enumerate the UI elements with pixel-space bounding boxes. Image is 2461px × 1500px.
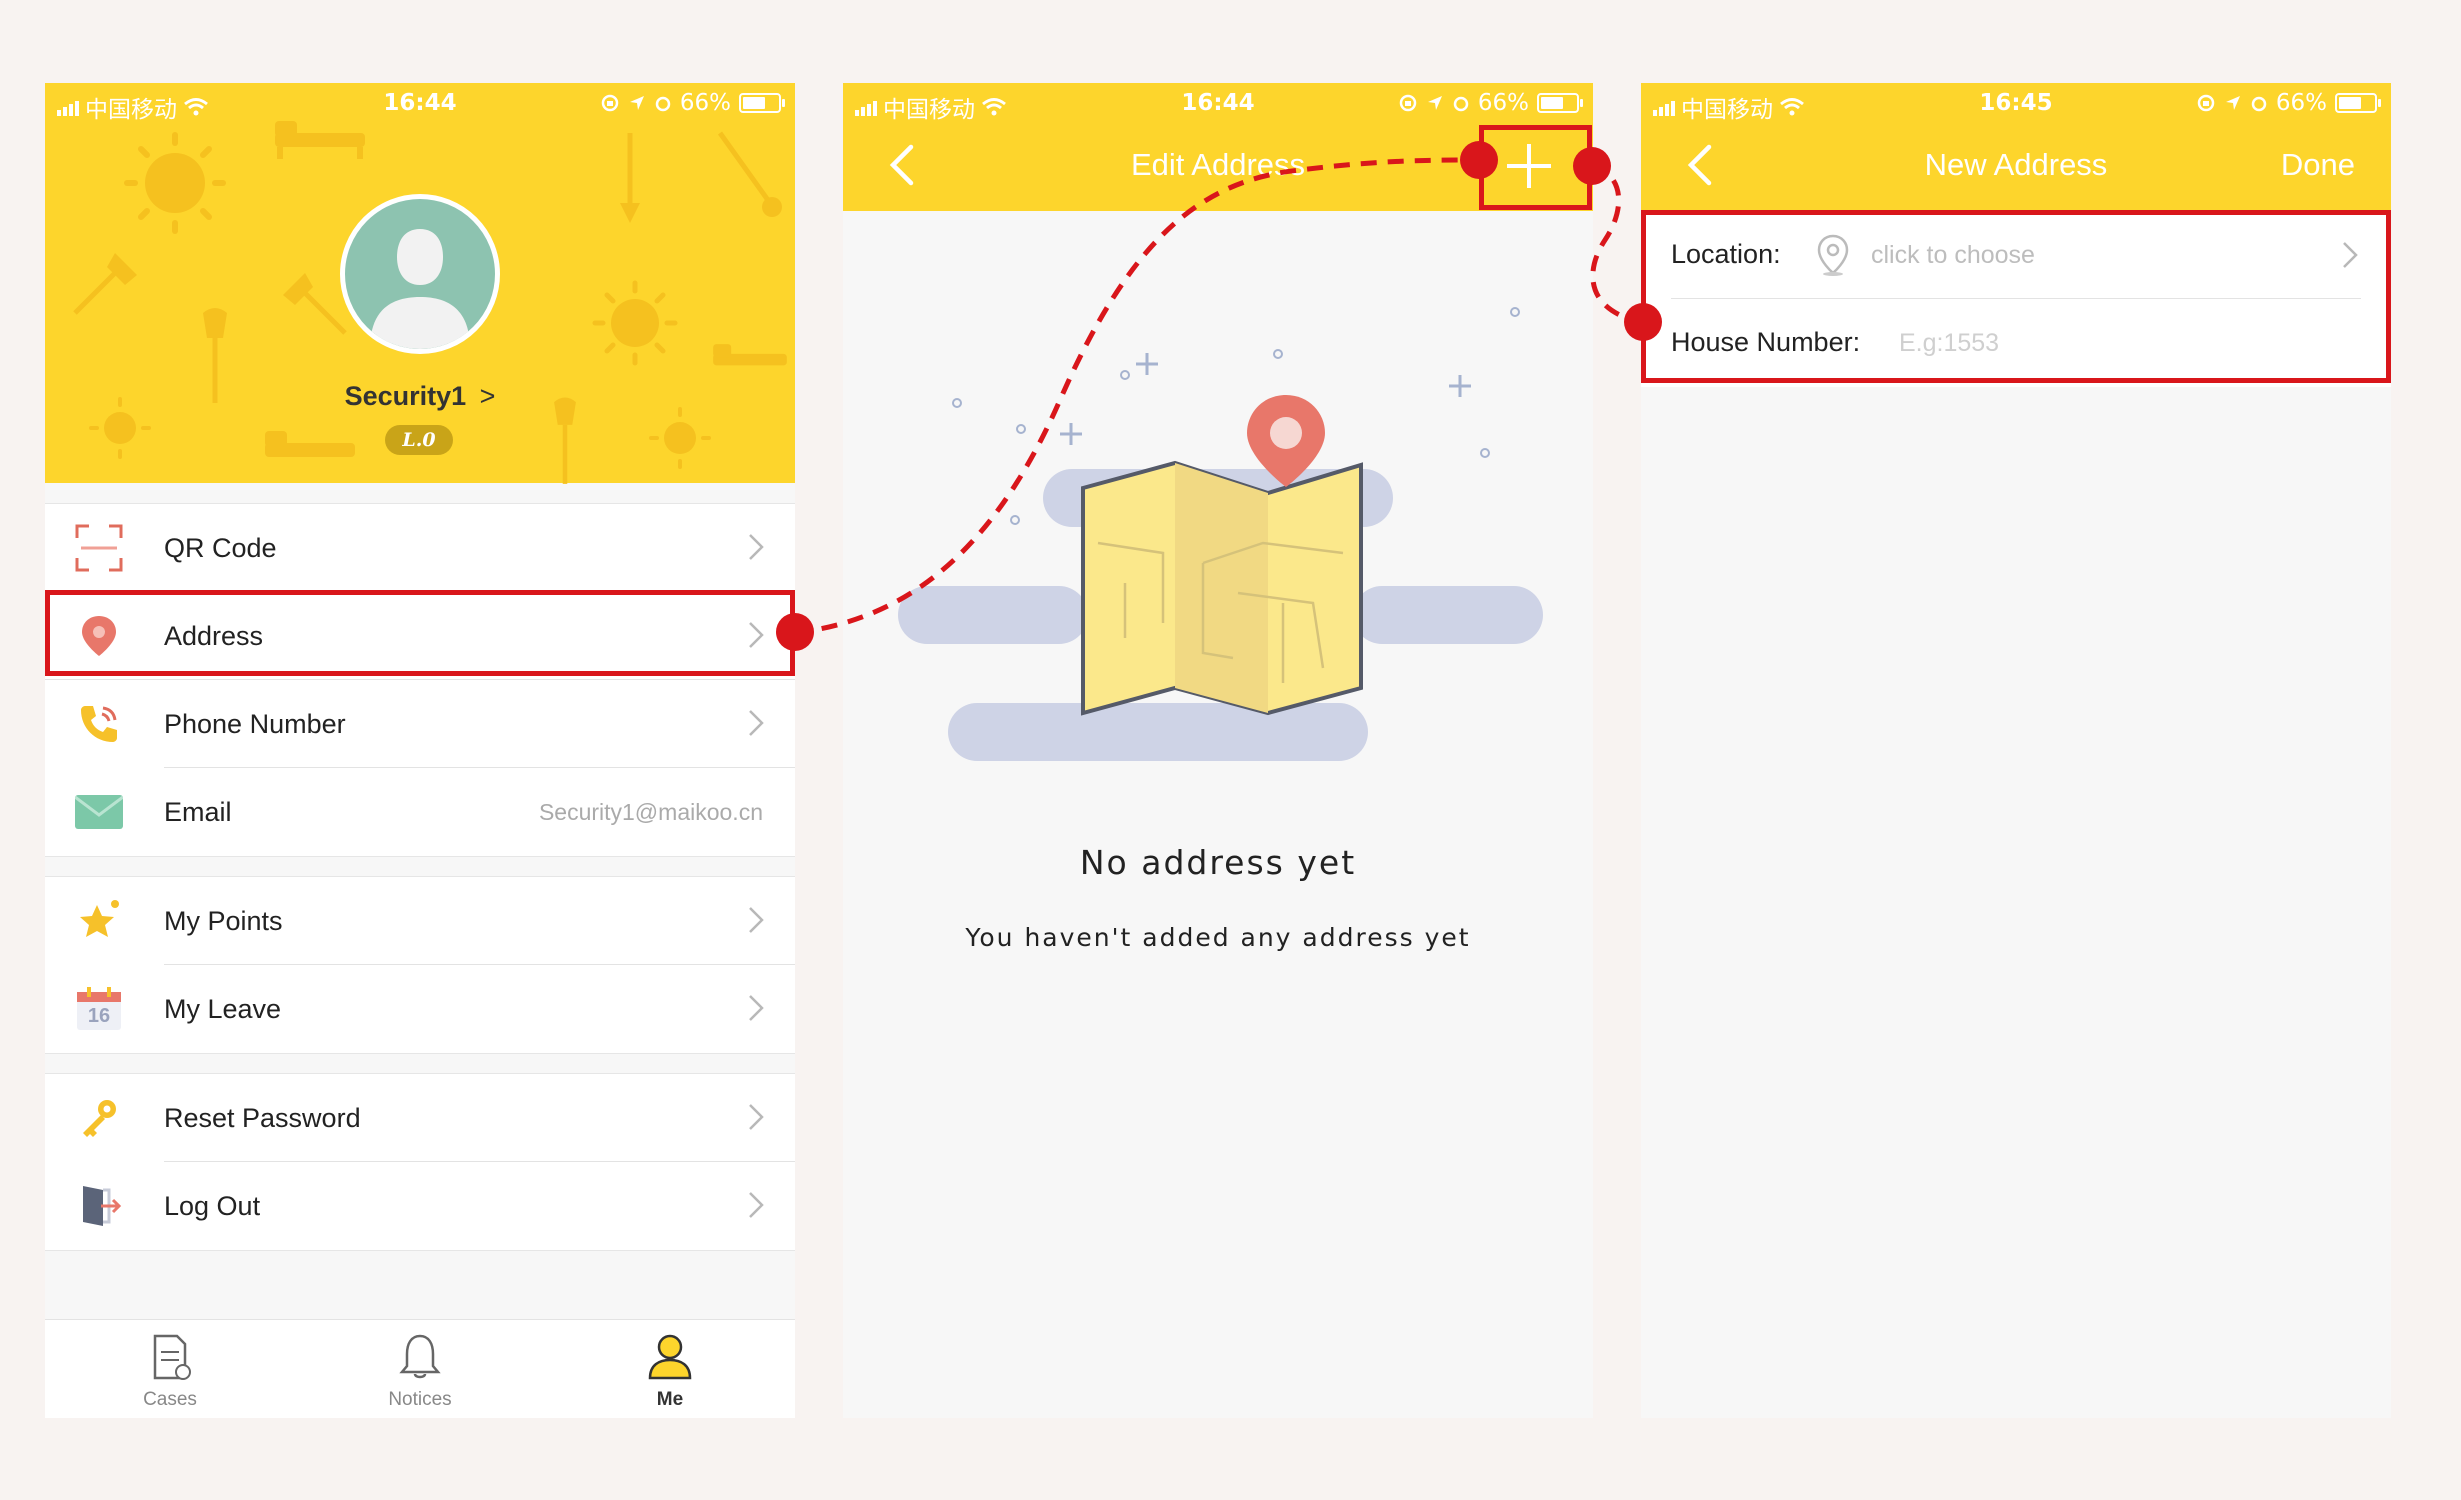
avatar[interactable] — [340, 194, 500, 354]
highlight-address-row — [45, 590, 795, 676]
chevron-right-icon: > — [479, 381, 496, 411]
menu-item-my-leave[interactable]: 16 My Leave — [45, 965, 795, 1053]
menu-label-my-leave: My Leave — [164, 993, 282, 1024]
envelope-icon — [75, 788, 123, 836]
shovel-decoration-icon — [620, 133, 640, 223]
battery-icon — [739, 93, 785, 113]
menu-item-reset-password[interactable]: Reset Password — [45, 1074, 795, 1162]
status-bar: 中国移动 16:45 66% — [1641, 83, 2391, 123]
bed-decoration-icon — [713, 344, 787, 366]
alarm-icon — [2251, 96, 2267, 112]
menu-label-reset-password: Reset Password — [164, 1102, 361, 1133]
flow-end-dot — [1624, 303, 1662, 341]
empty-state-subtitle: You haven't added any address yet — [965, 923, 1471, 952]
tab-bar: Cases Notices Me — [45, 1319, 795, 1418]
menu-label-my-points: My Points — [164, 905, 283, 936]
level-badge: L.0 — [385, 425, 453, 455]
battery-percent: 66% — [679, 90, 731, 116]
chevron-right-icon — [749, 907, 764, 933]
menu-group-records: My Points 16 My Leave — [45, 876, 795, 1054]
profile-header: 中国移动 16:44 66% Security1 > L.0 — [45, 83, 795, 484]
menu-label-email: Email — [164, 796, 232, 827]
tab-notices[interactable]: Notices — [295, 1320, 545, 1418]
nav-bar: 中国移动 16:45 66% New Address Done — [1641, 83, 2391, 211]
orientation-lock-icon — [601, 94, 619, 112]
chevron-right-icon — [749, 1192, 764, 1218]
flow-start-dot — [776, 613, 814, 651]
highlight-address-form — [1641, 210, 2391, 383]
tab-me[interactable]: Me — [545, 1320, 795, 1418]
key-icon — [75, 1094, 123, 1142]
menu-label-log-out: Log Out — [164, 1190, 261, 1221]
chevron-right-icon — [749, 534, 764, 560]
page-title: New Address — [1924, 147, 2108, 182]
star-icon — [75, 897, 123, 945]
menu-group-account: Reset Password Log Out — [45, 1073, 795, 1251]
menu-label-qr-code: QR Code — [164, 532, 277, 563]
person-icon — [648, 1334, 692, 1380]
tab-label-cases: Cases — [143, 1389, 197, 1410]
edit-address-screen: 中国移动 16:44 66% Edit Address No address y… — [843, 83, 1593, 1418]
shovel-decoration-icon — [717, 131, 782, 217]
tab-label-me: Me — [656, 1389, 684, 1410]
logout-door-icon — [75, 1182, 123, 1230]
qr-scan-icon — [75, 524, 123, 572]
empty-state-title: No address yet — [1079, 843, 1357, 882]
sun-decoration-icon — [124, 132, 226, 234]
username: Security1 — [344, 381, 467, 411]
status-bar: 中国移动 16:44 66% — [45, 83, 795, 123]
menu-label-phone-number: Phone Number — [164, 708, 346, 739]
battery-percent: 66% — [2275, 90, 2327, 116]
chevron-right-icon — [749, 995, 764, 1021]
sun-decoration-icon — [649, 407, 711, 469]
bell-icon — [399, 1334, 441, 1379]
tab-label-notices: Notices — [388, 1389, 452, 1410]
shovel-decoration-icon — [73, 253, 137, 315]
me-screen: 中国移动 16:44 66% Security1 > L.0 QR Code A… — [45, 83, 795, 1418]
document-icon — [153, 1334, 191, 1380]
chevron-right-icon — [749, 710, 764, 736]
sun-decoration-icon — [592, 280, 678, 366]
battery-icon — [2335, 93, 2381, 113]
username-link[interactable]: Security1 > — [45, 381, 795, 412]
alarm-icon — [655, 96, 671, 112]
menu-group-contact: QR Code Address Phone Number Email Secur… — [45, 503, 795, 857]
menu-item-log-out[interactable]: Log Out — [45, 1162, 795, 1250]
location-arrow-icon — [629, 96, 644, 110]
empty-map-illustration — [898, 307, 1543, 761]
menu-item-qr-code[interactable]: QR Code — [45, 504, 795, 592]
flow-mid-dot — [1460, 141, 1498, 179]
email-value: Security1@maikoo.cn — [538, 798, 763, 825]
calendar-icon: 16 — [75, 985, 123, 1033]
phone-icon — [75, 700, 123, 748]
bed-decoration-icon — [265, 431, 355, 457]
menu-item-phone-number[interactable]: Phone Number — [45, 680, 795, 768]
menu-item-my-points[interactable]: My Points — [45, 877, 795, 965]
location-arrow-icon — [2225, 96, 2240, 110]
flow-mid-dot — [1573, 147, 1611, 185]
menu-item-email[interactable]: Email Security1@maikoo.cn — [45, 768, 795, 856]
tab-cases[interactable]: Cases — [45, 1320, 295, 1418]
done-button[interactable]: Done — [2281, 147, 2355, 183]
calendar-day: 16 — [87, 1005, 111, 1027]
chevron-right-icon — [749, 1104, 764, 1130]
orientation-lock-icon — [2197, 94, 2215, 112]
